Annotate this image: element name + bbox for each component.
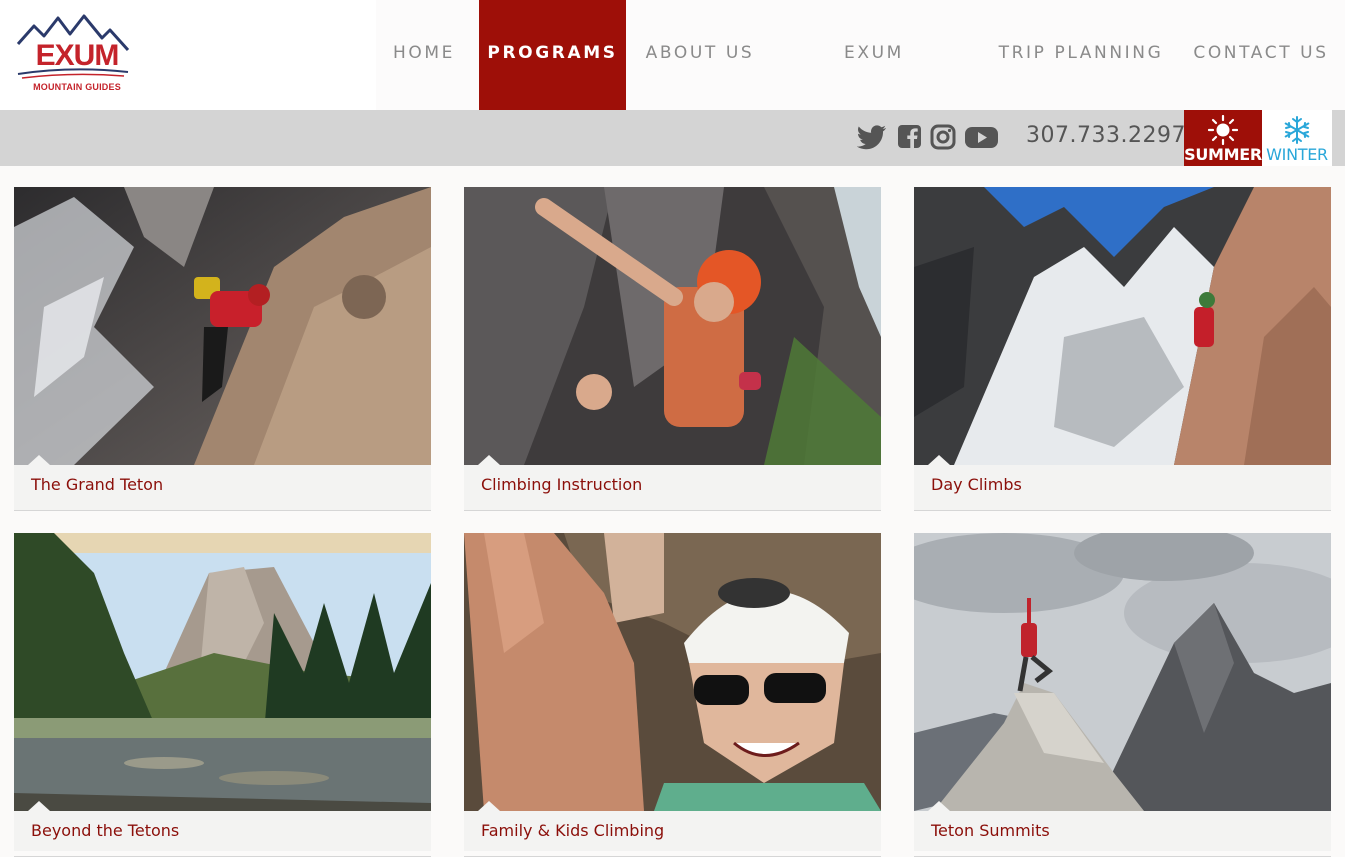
program-title[interactable]: Climbing Instruction: [481, 475, 642, 494]
program-card-grand-teton[interactable]: The Grand Teton: [14, 187, 431, 511]
summer-label: SUMMER: [1184, 145, 1262, 164]
program-caption: Climbing Instruction: [464, 455, 881, 511]
program-title[interactable]: Day Climbs: [931, 475, 1022, 494]
program-card-teton-summits[interactable]: Teton Summits: [914, 533, 1331, 857]
caption-notch: [478, 801, 500, 811]
sun-icon: [1208, 115, 1238, 145]
logo-tagline: MOUNTAIN GUIDES: [33, 82, 121, 92]
winter-label: WINTER: [1266, 145, 1328, 164]
main-nav: HOME PROGRAMS ABOUT US EXUM EXPERIENCE T…: [376, 0, 1345, 169]
snowflake-icon: [1284, 116, 1310, 144]
nav-home[interactable]: HOME: [376, 0, 472, 110]
program-title[interactable]: Family & Kids Climbing: [481, 821, 664, 840]
program-card-family-kids-climbing[interactable]: Family & Kids Climbing: [464, 533, 881, 857]
program-caption: The Grand Teton: [14, 455, 431, 511]
nav-programs[interactable]: PROGRAMS: [479, 0, 626, 110]
youtube-icon[interactable]: [964, 123, 1000, 153]
program-caption: Teton Summits: [914, 801, 1331, 857]
phone-number[interactable]: 307.733.2297: [1026, 120, 1186, 152]
program-caption: Beyond the Tetons: [14, 801, 431, 857]
program-photo: [464, 533, 881, 811]
program-photo: [14, 187, 431, 465]
site-header: EXUM MOUNTAIN GUIDES HOME PROGRAMS ABOUT…: [0, 0, 1345, 169]
caption-notch: [928, 455, 950, 465]
nav-about-us[interactable]: ABOUT US: [640, 0, 760, 110]
winter-season-toggle[interactable]: WINTER: [1262, 110, 1332, 166]
program-caption: Day Climbs: [914, 455, 1331, 511]
caption-notch: [478, 455, 500, 465]
nav-exum-experience[interactable]: EXUM EXPERIENCE: [781, 0, 967, 169]
facebook-icon[interactable]: [897, 123, 929, 153]
program-card-climbing-instruction[interactable]: Climbing Instruction: [464, 187, 881, 511]
twitter-icon[interactable]: [856, 123, 889, 153]
program-photo: [914, 187, 1331, 465]
program-caption: Family & Kids Climbing: [464, 801, 881, 857]
caption-notch: [928, 801, 950, 811]
caption-notch: [28, 801, 50, 811]
program-title[interactable]: The Grand Teton: [31, 475, 163, 494]
caption-notch: [28, 455, 50, 465]
program-title[interactable]: Teton Summits: [931, 821, 1050, 840]
summer-season-toggle[interactable]: SUMMER: [1184, 110, 1262, 166]
program-photo: [464, 187, 881, 465]
nav-contact-us[interactable]: CONTACT US: [1190, 0, 1332, 110]
logo-wordmark: EXUM: [35, 39, 120, 72]
program-card-beyond-the-tetons[interactable]: Beyond the Tetons: [14, 533, 431, 857]
program-card-day-climbs[interactable]: Day Climbs: [914, 187, 1331, 511]
exum-logo[interactable]: EXUM MOUNTAIN GUIDES: [12, 12, 134, 96]
program-photo: [914, 533, 1331, 811]
nav-trip-planning[interactable]: TRIP PLANNING: [998, 0, 1164, 110]
program-title[interactable]: Beyond the Tetons: [31, 821, 179, 840]
instagram-icon[interactable]: [930, 123, 962, 153]
program-photo: [14, 533, 431, 811]
